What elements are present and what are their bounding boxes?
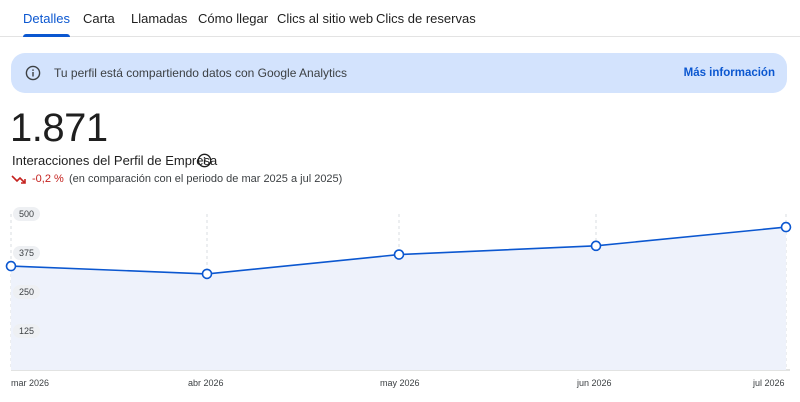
x-tick-label: abr 2026 xyxy=(188,378,224,388)
info-icon xyxy=(25,65,41,81)
more-info-link[interactable]: Más información xyxy=(684,53,775,93)
y-tick-label: 500 xyxy=(13,207,41,221)
y-tick-label: 125 xyxy=(13,324,41,338)
x-tick-label: jun 2026 xyxy=(577,378,612,388)
active-tab-indicator xyxy=(23,34,70,37)
info-icon[interactable] xyxy=(197,153,212,168)
tab-label: Llamadas xyxy=(131,10,188,26)
data-point[interactable] xyxy=(393,249,405,260)
x-tick-label: may 2026 xyxy=(380,378,420,388)
x-tick-label: mar 2026 xyxy=(11,378,50,388)
y-tick-label: 250 xyxy=(13,285,41,299)
comparison-text: (en comparación con el periodo de mar 20… xyxy=(69,173,343,185)
series-area xyxy=(11,227,786,370)
change-percent: -0,2 % xyxy=(32,173,64,185)
tab-label: Detalles xyxy=(23,10,70,26)
x-tick-label: jul 2026 xyxy=(753,378,785,388)
tab-clics-sitio-web[interactable]: Clics al sitio web xyxy=(277,0,373,36)
interactions-chart xyxy=(5,214,792,371)
y-tick-label: 375 xyxy=(13,246,41,260)
banner-message: Tu perfil está compartiendo datos con Go… xyxy=(54,66,348,80)
data-point[interactable] xyxy=(201,268,213,280)
tab-como-llegar[interactable]: Cómo llegar xyxy=(198,0,268,36)
tab-llamadas[interactable]: Llamadas xyxy=(131,0,187,36)
data-point[interactable] xyxy=(5,260,17,272)
tab-detalles[interactable]: Detalles xyxy=(23,0,70,37)
analytics-banner: Tu perfil está compartiendo datos con Go… xyxy=(11,53,787,93)
data-point[interactable] xyxy=(590,240,602,252)
trending-down-icon xyxy=(11,175,26,184)
tab-carta[interactable]: Carta xyxy=(83,0,115,36)
metric-label: Interacciones del Perfil de Empresa xyxy=(12,153,218,168)
tab-label: Carta xyxy=(83,10,115,26)
data-point[interactable] xyxy=(780,221,792,233)
tab-label: Clics de reservas xyxy=(376,10,476,26)
tab-label: Cómo llegar xyxy=(198,10,269,26)
tab-label: Clics al sitio web xyxy=(277,10,374,26)
tab-bar: Detalles Carta Llamadas Cómo llegar Clic… xyxy=(0,0,800,37)
metric-value: 1.871 xyxy=(10,106,108,150)
tab-clics-reservas[interactable]: Clics de reservas xyxy=(376,0,476,36)
